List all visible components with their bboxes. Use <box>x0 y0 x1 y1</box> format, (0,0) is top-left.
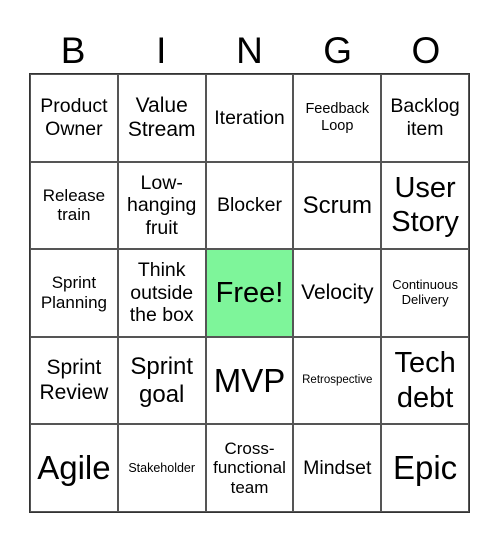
header-letter-g: G <box>323 30 353 71</box>
bingo-cell[interactable]: Sprint Review <box>30 336 118 425</box>
bingo-cell[interactable]: Iteration <box>205 74 294 162</box>
bingo-cell[interactable]: Blocker <box>205 161 294 250</box>
bingo-cell[interactable]: MVP <box>205 336 294 425</box>
bingo-cell[interactable]: Cross-functional team <box>205 424 294 512</box>
bingo-cell[interactable]: Scrum <box>293 161 382 250</box>
bingo-cell[interactable]: Sprint Planning <box>30 249 118 337</box>
bingo-cell[interactable]: Velocity <box>293 249 382 337</box>
bingo-cell[interactable]: Stakeholder <box>117 424 206 512</box>
header-letter-n: N <box>236 30 263 71</box>
bingo-cell[interactable]: Feedback Loop <box>293 74 382 162</box>
bingo-cell[interactable]: Agile <box>30 424 118 512</box>
bingo-cell[interactable]: Think outside the box <box>117 249 206 337</box>
bingo-cell[interactable]: Tech debt <box>381 336 469 425</box>
bingo-cell[interactable]: Retrospective <box>293 336 382 425</box>
bingo-cell[interactable]: User Story <box>381 161 469 250</box>
header-letter-i: I <box>156 30 167 71</box>
header-letter-b: B <box>60 30 86 71</box>
bingo-cell[interactable]: Release train <box>30 161 118 250</box>
header-letter-o: O <box>411 30 441 71</box>
bingo-grid: Product Owner Value Stream Iteration Fee… <box>29 73 470 513</box>
bingo-cell[interactable]: Continuous Delivery <box>381 249 469 337</box>
bingo-cell[interactable]: Value Stream <box>117 74 206 162</box>
bingo-cell[interactable]: Mindset <box>293 424 382 512</box>
bingo-cell[interactable]: Product Owner <box>30 74 118 162</box>
bingo-cell[interactable]: Low-hanging fruit <box>117 161 206 250</box>
bingo-cell[interactable]: Sprint goal <box>117 336 206 425</box>
bingo-header: B I N G O <box>29 28 470 73</box>
bingo-cell[interactable]: Epic <box>381 424 469 512</box>
bingo-cell[interactable]: Backlog item <box>381 74 469 162</box>
free-space-cell[interactable]: Free! <box>205 249 294 337</box>
